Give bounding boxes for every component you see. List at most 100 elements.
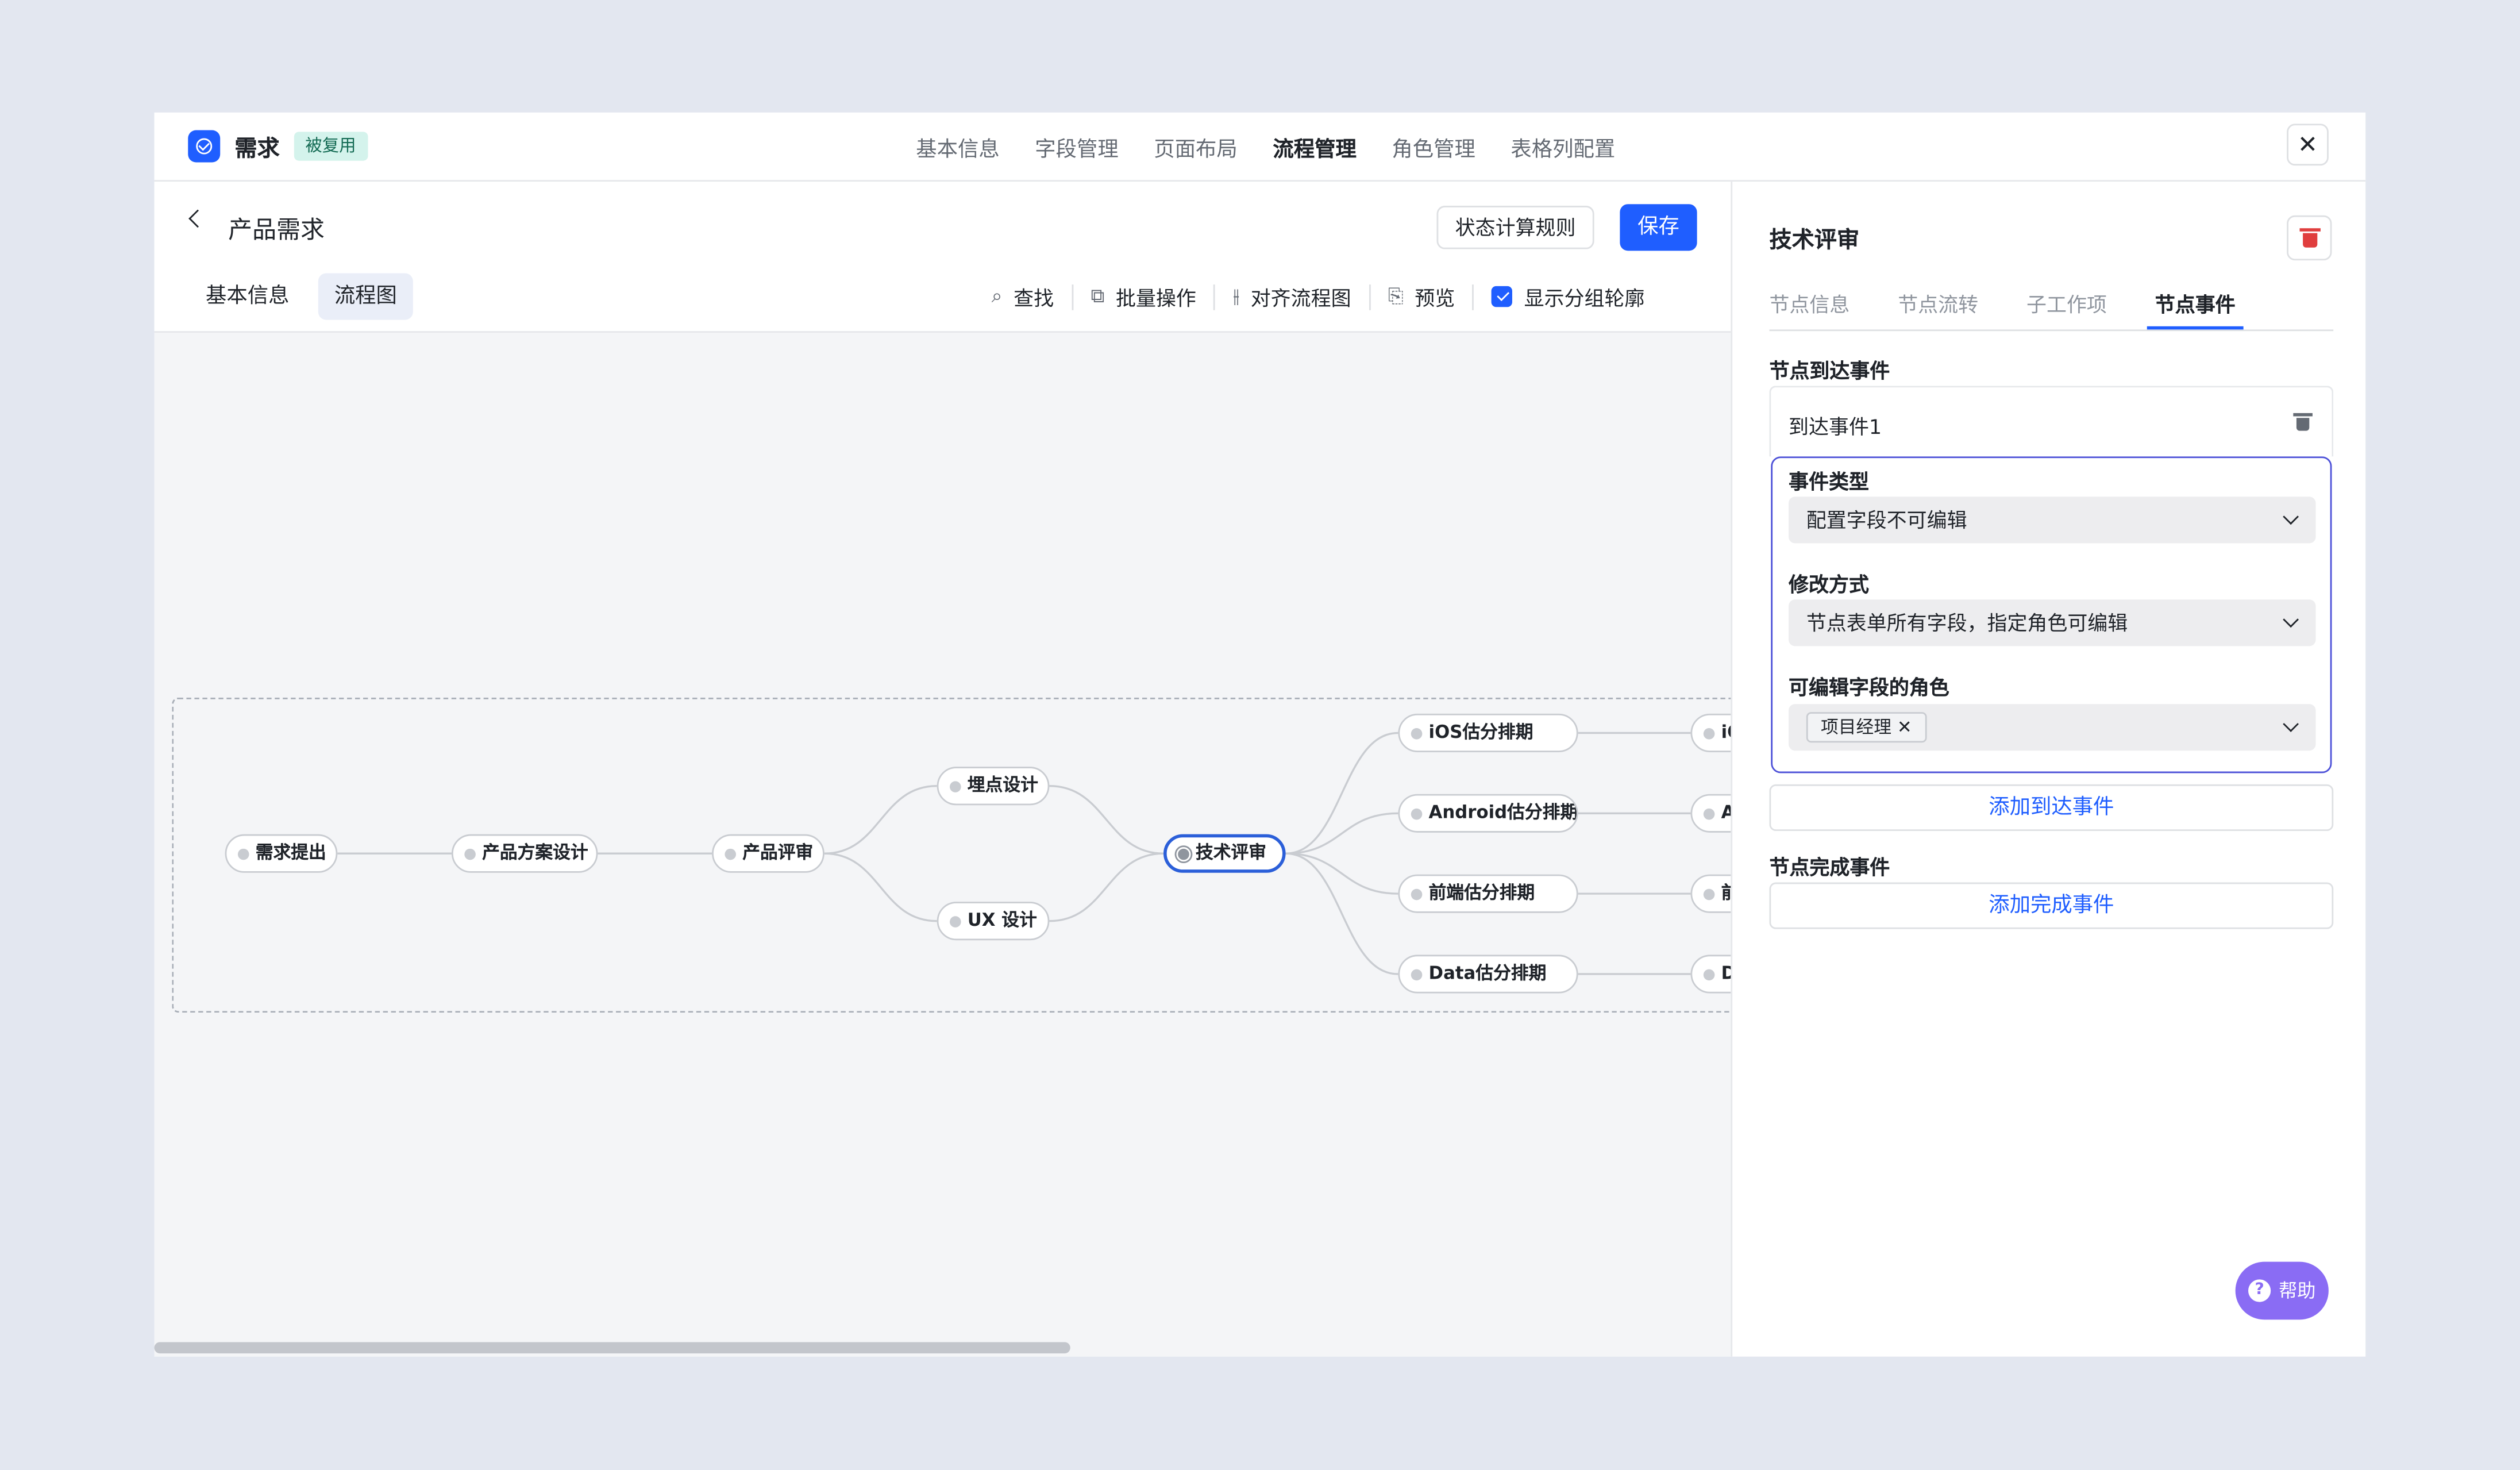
delete-event-button[interactable] — [2293, 413, 2313, 431]
add-complete-event-button[interactable]: 添加完成事件 — [1769, 882, 2334, 929]
node-status-icon — [1411, 808, 1423, 820]
show-groups-toggle[interactable]: 显示分组轮廓 — [1474, 281, 1662, 311]
remove-tag-icon[interactable]: ✕ — [1897, 717, 1912, 737]
arrival-events-title: 节点到达事件 — [1769, 358, 1890, 383]
nav-tab-field-management[interactable]: 字段管理 — [1035, 132, 1118, 163]
event-type-select[interactable]: 配置字段不可编辑 — [1789, 497, 2316, 544]
add-arrival-event-button[interactable]: 添加到达事件 — [1769, 784, 2334, 832]
flow-edge — [824, 852, 937, 922]
tab-node-info[interactable]: 节点信息 — [1769, 288, 1849, 330]
flow-node-selected[interactable]: 技术评审 — [1163, 834, 1286, 873]
chevron-left-icon[interactable] — [188, 209, 207, 228]
node-status-icon — [1703, 969, 1715, 981]
event-type-label: 事件类型 — [1789, 469, 1869, 494]
flow-node[interactable]: 埋点设计 — [937, 767, 1050, 806]
event-name: 到达事件1 — [1789, 414, 1882, 439]
flow-node-label: UX 设计 — [967, 910, 1037, 931]
flow-node-label: 埋点设计 — [967, 775, 1038, 796]
event-config-form: 事件类型 配置字段不可编辑 修改方式 节点表单所有字段，指定角色可编辑 可编辑字… — [1771, 456, 2332, 774]
view-tab-flowchart[interactable]: 流程图 — [318, 273, 413, 320]
flow-node[interactable]: 需求提出 — [225, 834, 338, 873]
node-status-icon — [1703, 728, 1715, 740]
state-rule-button[interactable]: 状态计算规则 — [1436, 206, 1594, 249]
flow-edge — [1049, 785, 1164, 855]
app-logo-icon — [188, 130, 221, 163]
find-button[interactable]: ⌕ 查找 — [974, 281, 1072, 311]
flow-node[interactable]: iO — [1690, 713, 1731, 752]
flow-node-label: iOS估分排期 — [1428, 721, 1533, 743]
flow-edge — [1285, 732, 1398, 855]
node-status-icon — [1703, 888, 1715, 901]
find-label: 查找 — [1014, 286, 1054, 310]
flow-edge — [824, 785, 937, 855]
flow-node-label: 产品评审 — [742, 842, 814, 863]
node-status-icon — [1703, 808, 1715, 820]
view-tabs: 基本信息 流程图 — [190, 273, 413, 320]
flow-node-label: 需求提出 — [255, 842, 326, 863]
workflow-area: 产品需求 状态计算规则 保存 基本信息 流程图 ⌕ 查找 ⧉ 批量操作 ⫲ 对齐流程图… — [154, 182, 1731, 1357]
top-bar: 需求 被复用 基本信息 字段管理 页面布局 流程管理 角色管理 表格列配置 ✕ — [154, 113, 2366, 182]
delete-node-button[interactable] — [2287, 215, 2332, 261]
flow-node[interactable]: D — [1690, 955, 1731, 994]
role-tag-label: 项目经理 — [1821, 717, 1892, 738]
flow-node-label: 前 — [1721, 883, 1731, 903]
flow-node-label: iO — [1721, 721, 1731, 743]
tab-sub-work-items[interactable]: 子工作项 — [2026, 288, 2107, 330]
node-status-icon — [464, 848, 476, 860]
flow-node[interactable]: 前 — [1690, 874, 1731, 913]
nav-tab-basic-info[interactable]: 基本信息 — [916, 132, 999, 163]
nav-tab-role-management[interactable]: 角色管理 — [1392, 132, 1475, 163]
help-button[interactable]: ? 帮助 — [2235, 1261, 2329, 1320]
batch-operation-button[interactable]: ⧉ 批量操作 — [1073, 281, 1214, 311]
align-flowchart-button[interactable]: ⫲ 对齐流程图 — [1215, 281, 1369, 311]
save-button[interactable]: 保存 — [1620, 204, 1697, 251]
page-title: 产品需求 — [228, 215, 325, 245]
flow-canvas[interactable]: 需求提出 产品方案设计 产品评审 埋点设计 UX 设计 技术评审 iOS估分排期 Androi… — [154, 331, 1731, 1357]
preview-button[interactable]: ⎘ 预览 — [1370, 281, 1473, 311]
flow-node[interactable]: 前端估分排期 — [1398, 874, 1578, 913]
tab-node-transition[interactable]: 节点流转 — [1898, 288, 1978, 330]
flow-node[interactable]: Android估分排期 — [1398, 794, 1578, 833]
flow-node[interactable]: Data估分排期 — [1398, 955, 1578, 994]
nav-tab-page-layout[interactable]: 页面布局 — [1154, 132, 1237, 163]
modify-mode-select[interactable]: 节点表单所有字段，指定角色可编辑 — [1789, 599, 2316, 647]
complete-events-title: 节点完成事件 — [1769, 855, 1890, 879]
flow-edges — [337, 732, 1691, 975]
flow-node[interactable]: 产品方案设计 — [451, 834, 598, 873]
flow-node[interactable]: 产品评审 — [712, 834, 824, 873]
chevron-down-icon — [2283, 716, 2299, 732]
flow-node[interactable]: UX 设计 — [937, 902, 1050, 941]
flow-edge — [1285, 852, 1398, 895]
flow-node-label: 前端估分排期 — [1428, 882, 1535, 903]
nav-tab-table-columns[interactable]: 表格列配置 — [1511, 132, 1615, 163]
view-tab-basic-info[interactable]: 基本信息 — [190, 273, 305, 320]
flow-node-label: D — [1721, 963, 1731, 983]
close-icon: ✕ — [2297, 130, 2318, 159]
help-icon: ? — [2248, 1279, 2271, 1302]
flow-node-label: Data估分排期 — [1428, 963, 1547, 984]
close-button[interactable]: ✕ — [2287, 124, 2329, 166]
flow-node[interactable]: iOS估分排期 — [1398, 713, 1578, 752]
preview-label: 预览 — [1415, 286, 1455, 310]
show-groups-checkbox[interactable] — [1492, 286, 1513, 307]
horizontal-scrollbar[interactable] — [154, 1342, 1070, 1354]
align-icon: ⫲ — [1233, 284, 1240, 307]
node-status-icon — [1176, 847, 1191, 862]
search-document-icon: ⌕ — [991, 284, 1003, 307]
node-status-icon — [1411, 888, 1423, 901]
node-status-icon — [725, 848, 737, 860]
trash-icon — [2293, 413, 2313, 431]
panel-title: 技术评审 — [1769, 228, 1860, 254]
node-tabs: 节点信息 节点流转 子工作项 节点事件 — [1769, 288, 2334, 332]
app-title: 需求 — [234, 136, 280, 163]
node-status-icon — [1411, 728, 1423, 740]
node-detail-panel: 技术评审 节点信息 节点流转 子工作项 节点事件 节点到达事件 到达事件1 事件… — [1731, 182, 2365, 1357]
node-status-icon — [237, 848, 249, 860]
flow-node[interactable]: A — [1690, 794, 1731, 833]
show-groups-label: 显示分组轮廓 — [1524, 286, 1645, 310]
editable-roles-select[interactable]: 项目经理 ✕ — [1789, 704, 2316, 751]
align-label: 对齐流程图 — [1250, 286, 1351, 310]
flow-node-label: Android估分排期 — [1428, 802, 1578, 823]
nav-tab-workflow-management[interactable]: 流程管理 — [1273, 132, 1356, 163]
tab-node-events[interactable]: 节点事件 — [2147, 288, 2244, 330]
